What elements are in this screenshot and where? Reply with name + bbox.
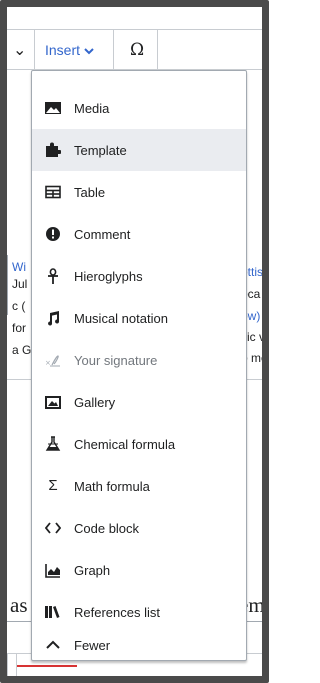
menu-item-label: Comment [74, 226, 131, 242]
text-fragment: Wi [12, 260, 26, 274]
menu-item-label: Graph [74, 562, 111, 578]
menu-item-label: Chemical formula [74, 436, 176, 452]
menu-item-label: Media [74, 100, 110, 116]
menu-item-code-block[interactable]: Code block [32, 507, 246, 549]
text-fragment: Jul [12, 277, 28, 291]
speech-bubble-icon [44, 225, 62, 243]
editor-page: Wi Jul c ( for a G ottis oca ow) sic v o… [7, 7, 262, 676]
menu-item-table[interactable]: Table [32, 171, 246, 213]
menu-item-label: Code block [74, 520, 140, 536]
references-icon [44, 603, 62, 621]
chevron-down-icon [84, 44, 94, 58]
text-fragment: a G [12, 343, 32, 357]
menu-item-hieroglyphs[interactable]: Hieroglyphs [32, 255, 246, 297]
menu-item-label: Math formula [74, 478, 150, 494]
insert-menu-button[interactable]: Insert [40, 30, 114, 70]
text-fragment: c ( [12, 299, 26, 313]
menu-item-fewer[interactable]: Fewer [32, 633, 246, 657]
toolbar-separator [113, 30, 114, 70]
svg-text:×: × [45, 359, 51, 367]
menu-item-label: Your signature [74, 352, 158, 368]
image-icon [44, 99, 62, 117]
chevron-down-icon[interactable]: ⌄ [13, 40, 26, 60]
highlight-bar [17, 665, 77, 667]
insert-dropdown-menu: Media Template Table Comment Hieroglyphs [31, 70, 247, 661]
menu-item-math-formula[interactable]: Σ Math formula [32, 465, 246, 507]
menu-item-gallery[interactable]: Gallery [32, 381, 246, 423]
toolbar-separator [157, 30, 158, 70]
collapse-icon [44, 636, 62, 654]
menu-item-label: References list [74, 604, 160, 620]
menu-item-media[interactable]: Media [32, 87, 246, 129]
menu-item-label: Hieroglyphs [74, 268, 143, 284]
table-border [7, 654, 8, 676]
menu-item-label: Musical notation [74, 310, 168, 326]
menu-item-graph[interactable]: Graph [32, 549, 246, 591]
menu-item-label: Gallery [74, 394, 116, 410]
menu-item-label: Table [74, 184, 106, 200]
signature-icon: × [44, 351, 62, 369]
sigma-icon: Σ [48, 477, 58, 494]
menu-item-label: Template [74, 142, 127, 158]
heading-fragment: as [10, 593, 28, 617]
menu-item-your-signature[interactable]: × Your signature [32, 339, 246, 381]
insert-label: Insert [45, 42, 81, 58]
menu-item-musical-notation[interactable]: Musical notation [32, 297, 246, 339]
gallery-icon [44, 393, 62, 411]
code-icon [44, 519, 62, 537]
menu-item-chemical-formula[interactable]: Chemical formula [32, 423, 246, 465]
toolbar-separator [34, 30, 35, 70]
menu-item-references-list[interactable]: References list [32, 591, 246, 633]
flask-icon [44, 435, 62, 453]
table-icon [44, 183, 62, 201]
text-fragment: for [12, 321, 27, 335]
puzzle-icon [44, 141, 62, 159]
content-divider [7, 255, 8, 315]
special-character-button[interactable]: Ω [117, 30, 157, 70]
editor-toolbar: ⌄ Insert Ω [7, 29, 262, 70]
ankh-icon [44, 267, 62, 285]
graph-icon [44, 561, 62, 579]
menu-item-template[interactable]: Template [32, 129, 246, 171]
menu-item-comment[interactable]: Comment [32, 213, 246, 255]
menu-item-label: Fewer [74, 637, 111, 653]
music-note-icon [44, 309, 62, 327]
